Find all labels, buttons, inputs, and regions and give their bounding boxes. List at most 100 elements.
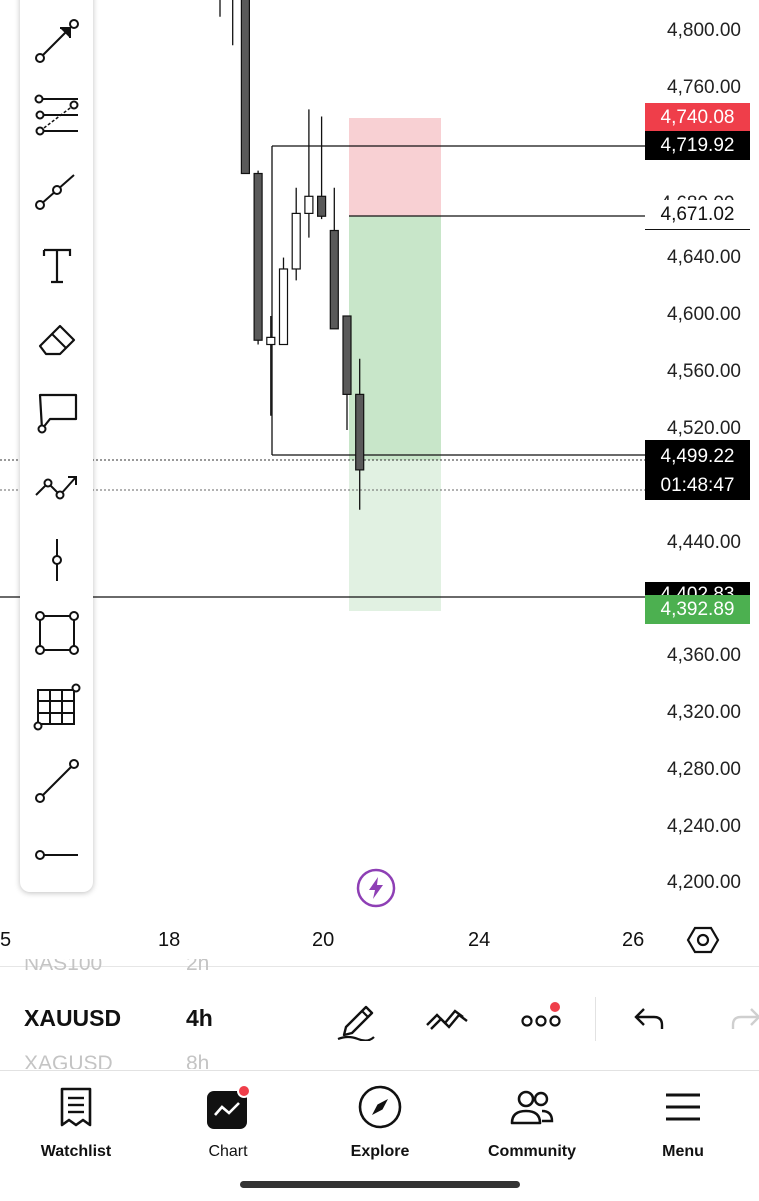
indicators-icon xyxy=(426,1009,468,1030)
price-axis-label: 4,360.00 xyxy=(667,645,741,666)
drawing-toolbar xyxy=(20,0,93,892)
price-axis-label: 4,520.00 xyxy=(667,418,741,439)
nav-chart[interactable]: Chart xyxy=(152,1071,304,1171)
price-axis-label: 4,600.00 xyxy=(667,304,741,325)
candle-body xyxy=(317,195,327,217)
price-axis-label: 4,560.00 xyxy=(667,361,741,382)
nav-watchlist[interactable]: Watchlist xyxy=(0,1071,152,1171)
chart-settings-button[interactable] xyxy=(686,925,720,955)
chart-area[interactable]: 4,800.00 4,760.00 4,680.00 4,640.00 4,60… xyxy=(0,0,759,960)
symbol-selector[interactable]: XAUUSD xyxy=(24,1005,121,1032)
tool-ray-line[interactable] xyxy=(28,752,85,809)
nav-label-menu: Menu xyxy=(662,1143,704,1160)
price-axis-label: 4,280.00 xyxy=(667,759,741,780)
candle-body xyxy=(291,212,301,270)
vertical-line-icon xyxy=(51,538,62,581)
take-profit-price-tag[interactable]: 4,392.89 xyxy=(645,595,750,624)
candle-body xyxy=(355,393,365,471)
tool-path[interactable] xyxy=(28,457,85,514)
horizontal-ray-icon xyxy=(34,849,78,860)
price-axis-label: 4,640.00 xyxy=(667,247,741,268)
stop-loss-zone[interactable] xyxy=(349,118,441,216)
price-axis-label: 4,320.00 xyxy=(667,702,741,723)
timeframe-selector[interactable]: 4h xyxy=(186,1005,213,1032)
candle-body xyxy=(240,0,250,175)
candles-group[interactable] xyxy=(216,0,365,510)
callout-icon xyxy=(37,393,77,433)
nav-menu[interactable]: Menu xyxy=(607,1071,759,1171)
price-axis-label: 4,800.00 xyxy=(667,20,741,41)
candle-body xyxy=(278,268,289,346)
nav-community[interactable]: Community xyxy=(456,1071,608,1171)
nav-label-explore: Explore xyxy=(350,1143,410,1160)
ray-line-icon xyxy=(34,758,79,803)
hamburger-icon xyxy=(659,1083,707,1131)
time-axis-label: 26 xyxy=(622,929,645,951)
candle-body xyxy=(329,229,339,330)
tool-eraser[interactable] xyxy=(28,310,85,367)
rectangle-icon xyxy=(34,610,79,655)
timeframe-option-above[interactable]: 2h xyxy=(186,959,209,977)
time-axis-label: 24 xyxy=(468,929,491,951)
eraser-icon xyxy=(38,324,75,355)
lightning-icon xyxy=(356,868,396,908)
nav-label-chart: Chart xyxy=(208,1143,248,1160)
home-indicator xyxy=(240,1181,520,1188)
undo-button[interactable] xyxy=(625,992,675,1042)
current-price-value: 4,499.22 xyxy=(660,446,735,467)
price-axis-label: 4,200.00 xyxy=(667,872,741,893)
tool-vertical-line[interactable] xyxy=(28,531,85,588)
chart-icon xyxy=(204,1083,252,1131)
nav-label-community: Community xyxy=(488,1143,576,1160)
price-axis-label: 4,240.00 xyxy=(667,816,741,837)
tool-callout[interactable] xyxy=(28,383,85,440)
quick-trade-button[interactable] xyxy=(354,866,398,910)
tool-fib-retracement[interactable] xyxy=(28,87,85,144)
current-price-tag[interactable]: 4,499.22 01:48:47 xyxy=(645,440,750,500)
more-options-button[interactable] xyxy=(516,992,566,1042)
redo-icon xyxy=(731,1008,759,1029)
redo-button[interactable] xyxy=(720,992,759,1042)
more-icon xyxy=(521,1002,561,1027)
community-icon xyxy=(508,1083,556,1131)
symbol-toolbar: NAS100 2h XAUUSD 4h XAGUSD 8h xyxy=(0,959,759,1071)
text-icon xyxy=(42,248,71,283)
grid-icon xyxy=(33,683,80,730)
symbol-option-above[interactable]: NAS100 xyxy=(24,959,102,977)
nav-explore[interactable]: Explore xyxy=(304,1071,456,1171)
draw-button[interactable] xyxy=(331,992,381,1042)
time-axis-label: 18 xyxy=(158,929,181,951)
nav-label-watchlist: Watchlist xyxy=(40,1143,112,1160)
pencil-icon xyxy=(337,1005,375,1041)
toolbar-divider xyxy=(595,997,596,1041)
hexagon-settings-icon xyxy=(686,926,720,954)
candle-body xyxy=(266,336,276,346)
fib-retracement-icon xyxy=(34,94,78,135)
time-axis-label: 20 xyxy=(312,929,335,951)
tool-text[interactable] xyxy=(28,236,85,293)
time-axis-label: 5 xyxy=(0,929,12,951)
stop-loss-price-tag[interactable]: 4,740.08 xyxy=(645,103,750,132)
tool-trend-line[interactable] xyxy=(28,161,85,218)
candle-body xyxy=(342,315,352,395)
timeframe-option-below[interactable]: 8h xyxy=(186,1051,209,1069)
arrow-line-icon xyxy=(34,18,79,63)
hidden-price-tag: 4,402.83 xyxy=(645,582,750,596)
entry-box-price-tag[interactable]: 4,671.02 xyxy=(645,200,750,230)
compass-icon xyxy=(356,1083,404,1131)
price-axis-label: 4,440.00 xyxy=(667,532,741,553)
indicators-button[interactable] xyxy=(422,992,472,1042)
price-axis-label: 4,760.00 xyxy=(667,77,741,98)
take-profit-zone-lower[interactable] xyxy=(349,460,441,611)
trend-line-icon xyxy=(34,173,75,210)
watchlist-icon xyxy=(52,1083,100,1131)
entry-price-tag[interactable]: 4,719.92 xyxy=(645,131,750,160)
tool-grid[interactable] xyxy=(28,678,85,735)
symbol-option-below[interactable]: XAGUSD xyxy=(24,1051,113,1069)
undo-icon xyxy=(634,1008,664,1029)
candle-body xyxy=(253,172,263,341)
tool-arrow-line[interactable] xyxy=(28,12,85,69)
tool-horizontal-ray[interactable] xyxy=(28,826,85,883)
tool-rectangle[interactable] xyxy=(28,604,85,661)
bar-countdown: 01:48:47 xyxy=(660,475,735,496)
